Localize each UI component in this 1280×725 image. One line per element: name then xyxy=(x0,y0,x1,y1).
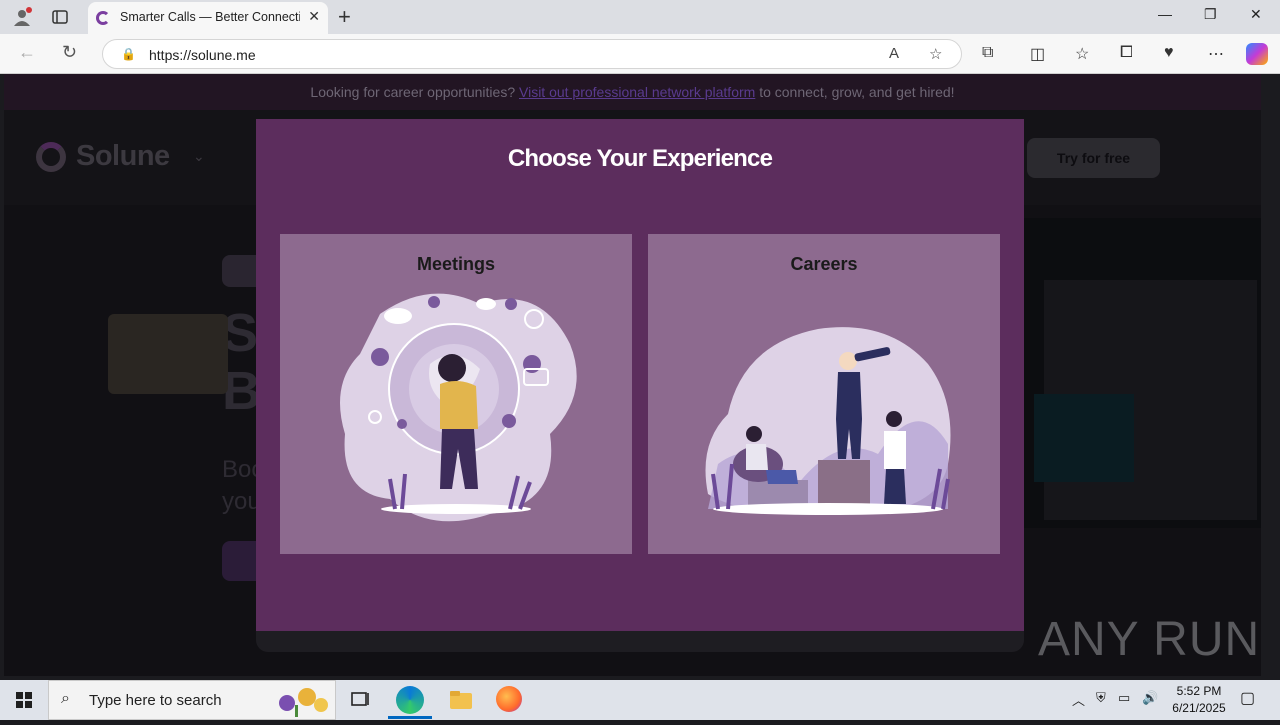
favorite-star-icon[interactable]: ☆ xyxy=(929,45,942,63)
windows-taskbar: ⌕ Type here to search ︿ ⛨ ▭ 🔊 5:52 PM 6/… xyxy=(0,680,1280,720)
collections-icon[interactable]: ⧠ xyxy=(1120,44,1133,62)
search-icon: ⌕ xyxy=(61,690,70,707)
back-icon[interactable]: ← xyxy=(18,42,36,63)
address-bar[interactable]: 🔒 https://solune.me A ☆ xyxy=(102,39,962,69)
mockup-video-tile xyxy=(108,314,228,394)
chevron-down-icon[interactable]: ⌄ xyxy=(193,148,205,165)
search-placeholder: Type here to search xyxy=(89,692,222,709)
browser-essentials-icon[interactable]: ♥ xyxy=(1164,44,1174,62)
lock-icon[interactable]: 🔒 xyxy=(121,47,136,61)
experience-modal: Choose Your Experience Meetings Careers xyxy=(256,119,1024,631)
career-telescope-illustration xyxy=(705,327,951,515)
modal-title: Choose Your Experience xyxy=(507,145,773,172)
edge-active-indicator xyxy=(388,716,432,719)
file-explorer-icon[interactable] xyxy=(448,688,474,712)
solune-logo-icon[interactable] xyxy=(36,142,66,172)
watermark-logo: ANY RUN xyxy=(1038,613,1261,666)
browser-tab-bar: Smarter Calls — Better Connectio ✕ + — ❐… xyxy=(0,0,1280,34)
tab-close-icon[interactable]: ✕ xyxy=(308,8,320,25)
system-clock[interactable]: 5:52 PM 6/21/2025 xyxy=(1160,683,1238,717)
security-icon[interactable]: ⛨ xyxy=(1096,690,1106,706)
careers-card-title: Careers xyxy=(790,254,858,274)
browser-toolbar: ← ↻ 🔒 https://solune.me A ☆ ⧉ ◫ ☆ ⧠ ♥ ⋯ xyxy=(0,34,1280,74)
flower-decoration-icon xyxy=(267,685,333,717)
network-icon[interactable]: ▭ xyxy=(1118,690,1130,706)
meetings-card[interactable]: Meetings xyxy=(280,234,632,554)
clock-time: 5:52 PM xyxy=(1176,684,1222,698)
show-hidden-icons-chevron-icon[interactable]: ︿ xyxy=(1072,690,1085,709)
extensions-icon[interactable]: ⧉ xyxy=(982,44,993,62)
tab-title: Smarter Calls — Better Connectio xyxy=(120,10,300,24)
banner-text-after: to connect, grow, and get hired! xyxy=(759,84,955,100)
try-for-free-button[interactable]: Try for free xyxy=(1027,138,1160,178)
tab-active[interactable]: Smarter Calls — Better Connectio ✕ xyxy=(88,2,328,34)
read-aloud-icon[interactable]: A xyxy=(889,45,899,62)
meetings-card-title: Meetings xyxy=(416,254,495,274)
minimize-icon[interactable]: — xyxy=(1158,6,1172,22)
restore-icon[interactable]: ❐ xyxy=(1204,6,1217,23)
site-favicon-icon xyxy=(96,11,110,25)
notifications-icon[interactable]: ▢ xyxy=(1240,688,1255,708)
careers-card[interactable]: Careers xyxy=(648,234,1000,554)
task-view-icon[interactable] xyxy=(347,688,373,712)
favorites-icon[interactable]: ☆ xyxy=(1075,44,1089,64)
career-banner: Looking for career opportunities? Visit … xyxy=(4,74,1261,110)
volume-icon[interactable]: 🔊 xyxy=(1142,690,1158,706)
logo-text[interactable]: Solune xyxy=(76,140,170,173)
split-screen-icon[interactable]: ◫ xyxy=(1030,44,1045,64)
copilot-icon[interactable] xyxy=(1246,43,1268,65)
clock-date: 6/21/2025 xyxy=(1172,701,1226,715)
globe-people-illustration xyxy=(340,293,577,522)
mockup-video-tile-2 xyxy=(1034,394,1134,482)
edge-browser-icon[interactable] xyxy=(396,686,424,714)
refresh-icon[interactable]: ↻ xyxy=(62,42,77,63)
more-menu-icon[interactable]: ⋯ xyxy=(1208,44,1224,64)
banner-link[interactable]: Visit out professional network platform xyxy=(519,84,755,100)
windows-start-button[interactable] xyxy=(0,680,48,720)
banner-text-before: Looking for career opportunities? xyxy=(310,84,516,100)
tab-actions-icon[interactable] xyxy=(52,9,68,25)
close-icon[interactable]: ✕ xyxy=(1250,6,1262,23)
profile-icon[interactable] xyxy=(12,7,32,27)
firefox-icon[interactable] xyxy=(496,686,522,712)
url-text[interactable]: https://solune.me xyxy=(149,47,256,63)
taskbar-search-box[interactable]: ⌕ Type here to search xyxy=(48,680,336,720)
new-tab-button[interactable]: + xyxy=(338,4,351,30)
hero-sub-line2: you xyxy=(222,488,261,515)
windows-logo-icon xyxy=(16,692,32,708)
